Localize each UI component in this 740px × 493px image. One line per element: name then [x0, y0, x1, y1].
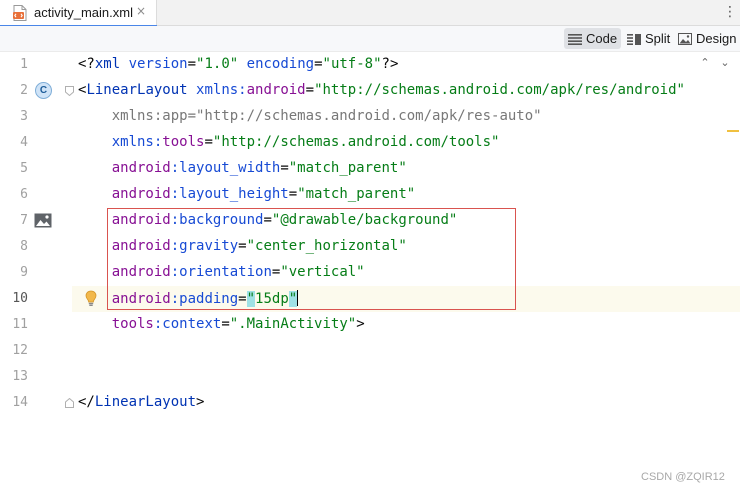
code-line-current[interactable]: android:padding="15dp" [72, 286, 740, 312]
code-line-text: android:orientation="vertical" [111, 264, 365, 280]
gutter-line: 4 [0, 130, 72, 156]
next-highlight-icon[interactable]: ⌄ [718, 56, 732, 72]
gutter-line: 8 [0, 234, 72, 260]
previous-highlight-icon[interactable]: ⌃ [698, 56, 712, 72]
split-view-icon [627, 33, 641, 45]
line-number: 10 [12, 291, 28, 306]
line-number: 9 [20, 265, 28, 280]
line-number: 4 [20, 135, 28, 150]
code-line-text: xmlns:app="http://schemas.android.com/ap… [111, 108, 542, 124]
line-number: 7 [20, 213, 28, 228]
gutter-line: 6 [0, 182, 72, 208]
line-number: 11 [12, 317, 28, 332]
code-line-text: tools:context=".MainActivity"> [111, 316, 365, 332]
line-number: 6 [20, 187, 28, 202]
gutter-line: 13 [0, 364, 72, 390]
gutter-line: 5 [0, 156, 72, 182]
code-line-text: android:layout_width="match_parent" [111, 160, 407, 176]
line-number: 3 [20, 109, 28, 124]
tab-activity-main-xml[interactable]: activity_main.xml × [0, 0, 157, 27]
line-number: 14 [12, 395, 28, 410]
more-options-icon[interactable]: ⋮ [723, 3, 737, 21]
gutter-line: 7 [0, 208, 72, 234]
code-line[interactable]: android:orientation="vertical" [72, 260, 740, 286]
code-line[interactable]: xmlns:tools="http://schemas.android.com/… [72, 130, 740, 156]
tab-file-name: activity_main.xml [34, 5, 133, 20]
drawable-preview-icon[interactable] [34, 213, 52, 228]
line-number: 12 [12, 343, 28, 358]
line-number: 1 [20, 57, 28, 72]
line-number: 2 [20, 83, 28, 98]
code-lines-icon [568, 33, 582, 45]
code-line[interactable] [72, 338, 740, 364]
code-line[interactable]: android:layout_height="match_parent" [72, 182, 740, 208]
code-view-label: Code [586, 31, 618, 46]
code-line-text: <LinearLayout xmlns:android="http://sche… [78, 82, 685, 98]
text-cursor [297, 290, 299, 306]
code-line-text: android:padding="15dp" [111, 290, 299, 307]
code-line[interactable]: android:background="@drawable/background… [72, 208, 740, 234]
close-tab-icon[interactable]: × [136, 4, 146, 18]
code-line[interactable] [72, 364, 740, 390]
split-view-label: Split [645, 31, 671, 46]
warning-stripe-marker[interactable] [727, 130, 739, 132]
code-line[interactable]: android:layout_width="match_parent" [72, 156, 740, 182]
code-editor[interactable]: 1 <?xml version="1.0" encoding="utf-8"?>… [0, 52, 740, 493]
gutter-line: 12 [0, 338, 72, 364]
view-mode-toolbar: Code Split Design [0, 26, 740, 52]
line-number: 5 [20, 161, 28, 176]
split-view-button[interactable]: Split [623, 28, 674, 49]
gutter-line: 9 [0, 260, 72, 286]
code-line[interactable]: android:gravity="center_horizontal" [72, 234, 740, 260]
gutter-line: 14 [0, 390, 74, 416]
design-view-label: Design [696, 31, 737, 46]
code-line[interactable]: <?xml version="1.0" encoding="utf-8"?> 1… [72, 52, 740, 78]
gutter-line: 10 [0, 286, 72, 312]
watermark: CSDN @ZQIR12 [641, 471, 725, 483]
code-view-button[interactable]: Code [564, 28, 622, 49]
code-line-text: android:gravity="center_horizontal" [111, 238, 407, 254]
code-line[interactable]: xmlns:app="http://schemas.android.com/ap… [72, 104, 740, 130]
line-number: 13 [12, 369, 28, 384]
code-line-text: android:background="@drawable/background… [111, 212, 458, 228]
image-icon [678, 32, 692, 45]
gutter-line: 1 [0, 52, 72, 78]
code-line[interactable]: tools:context=".MainActivity"> [72, 312, 740, 338]
code-line-text: xmlns:tools="http://schemas.android.com/… [111, 134, 500, 150]
design-view-button[interactable]: Design [674, 28, 740, 49]
editor-tab-bar: activity_main.xml × ⋮ [0, 0, 740, 27]
code-line-text: <?xml version="1.0" encoding="utf-8"?> [78, 56, 399, 72]
xml-file-icon [13, 5, 27, 21]
class-badge-icon[interactable]: C [35, 82, 52, 99]
code-line-text: android:layout_height="match_parent" [111, 186, 416, 202]
code-line[interactable]: <LinearLayout xmlns:android="http://sche… [72, 78, 740, 104]
code-line-text: </LinearLayout> [78, 394, 205, 410]
line-number: 8 [20, 239, 28, 254]
code-line[interactable]: </LinearLayout> [72, 390, 740, 416]
gutter-line: 11 [0, 312, 72, 338]
gutter-line: 3 [0, 104, 72, 130]
gutter-line: 2 C [0, 78, 74, 104]
